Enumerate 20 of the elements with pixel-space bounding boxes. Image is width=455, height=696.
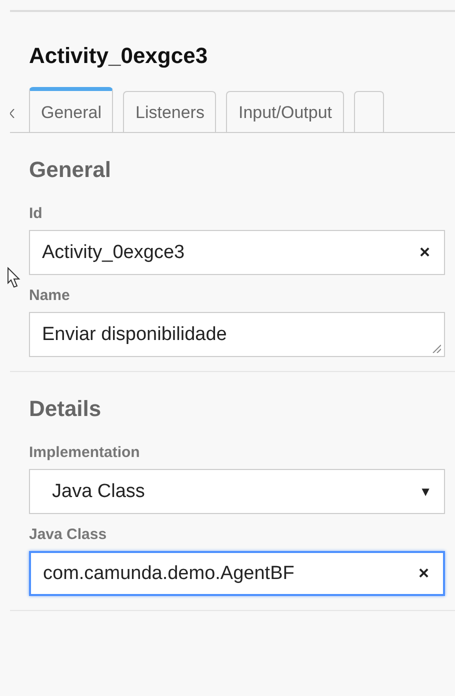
text-field[interactable]: Activity_0exgce3 × [29, 230, 445, 275]
tab[interactable]: Input/Output [226, 91, 344, 132]
scroll-left-icon[interactable] [10, 109, 15, 118]
pointer-cursor-icon [7, 267, 21, 289]
select-dropdown[interactable]: Java Class ▼ [29, 469, 445, 514]
field-label: Implementation [29, 444, 140, 461]
clear-button[interactable]: × [417, 242, 432, 263]
clear-button[interactable]: × [416, 563, 431, 584]
section-heading: General [29, 157, 111, 183]
tab[interactable]: General [29, 87, 114, 132]
field-label: Name [29, 287, 70, 304]
text-area[interactable]: Enviar disponibilidade [29, 312, 445, 357]
section-heading: Details [29, 396, 102, 422]
text-field[interactable]: com.camunda.demo.AgentBF × [29, 551, 445, 596]
resize-handle-icon[interactable] [432, 344, 441, 353]
field-label: Id [29, 205, 42, 222]
field-label: Java Class [29, 526, 107, 543]
caret-icon: ▼ [419, 484, 432, 499]
tab[interactable]: Listeners [123, 91, 216, 132]
panel-title: Activity_0exgce3 [29, 43, 208, 69]
